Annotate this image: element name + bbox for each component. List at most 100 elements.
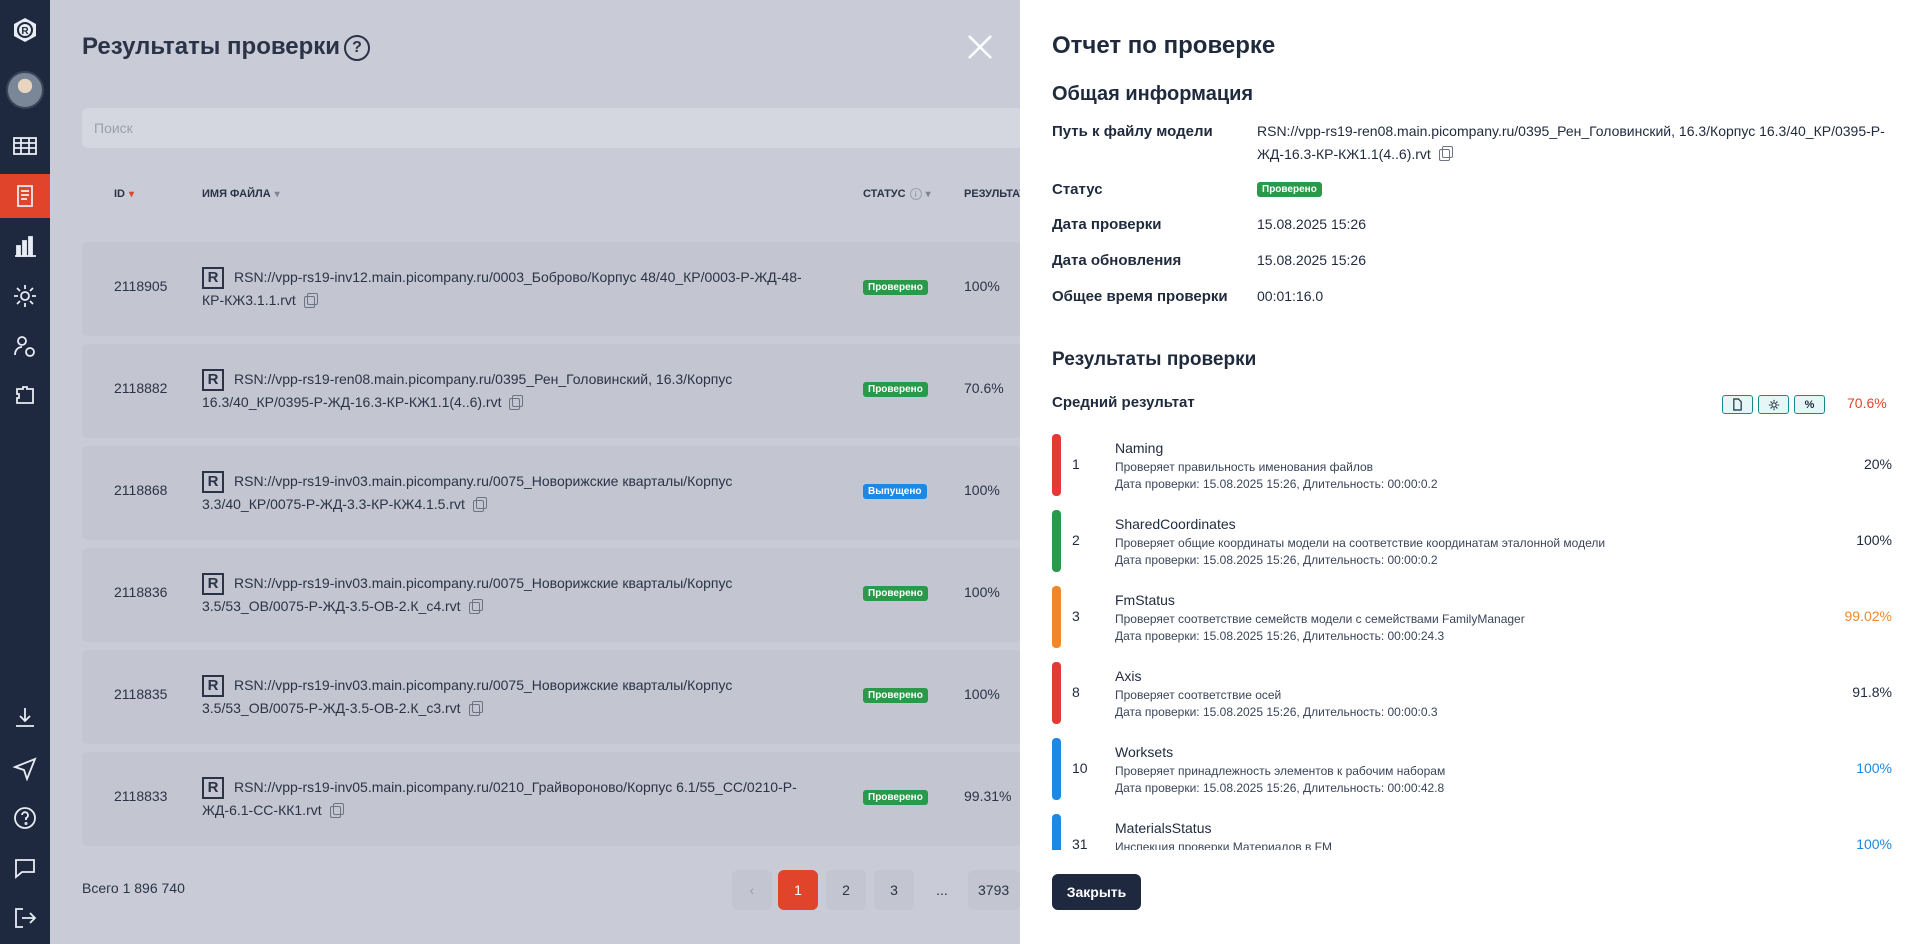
svg-text:R: R <box>21 26 29 37</box>
check-description: Проверяет принадлежность элементов к раб… <box>1115 764 1446 778</box>
copy-icon[interactable] <box>509 394 524 410</box>
column-id[interactable]: ID ▾ <box>114 188 134 200</box>
page-3-button[interactable]: 3 <box>874 870 914 910</box>
close-icon[interactable] <box>963 30 997 64</box>
copy-icon[interactable] <box>468 700 483 716</box>
check-item[interactable]: 10 Worksets Проверяет принадлежность элеме… <box>1052 738 1892 800</box>
check-name: Naming <box>1115 440 1164 456</box>
row-file: R RSN://vpp-rs19-inv03.main.picompany.ru/… <box>202 573 733 615</box>
avatar[interactable] <box>6 71 44 109</box>
copy-icon[interactable] <box>329 802 344 818</box>
row-id: 2118882 <box>114 380 168 396</box>
bar-chart-icon[interactable] <box>0 224 50 268</box>
check-number: 1 <box>1072 456 1080 472</box>
row-id: 2118836 <box>114 584 168 600</box>
chevron-down-icon: ▾ <box>274 188 280 200</box>
copy-icon[interactable] <box>1438 146 1453 162</box>
revit-logo-icon: R <box>202 471 224 494</box>
revit-logo-icon: R <box>202 777 224 800</box>
page-ellipsis: ... <box>936 882 948 898</box>
results-heading: Результаты проверки <box>1052 349 1257 370</box>
check-number: 2 <box>1072 532 1080 548</box>
help-icon[interactable] <box>0 796 50 840</box>
status-bar <box>1052 662 1061 724</box>
row-result: 100% <box>964 584 1000 600</box>
table-header: ID ▾ ИМЯ ФАЙЛА ▾ СТАТУС i ▾ РЕЗУЛЬТАТ <box>82 180 1026 230</box>
search-input[interactable]: Поиск <box>82 108 1022 148</box>
copy-icon[interactable] <box>472 496 487 512</box>
send-icon[interactable] <box>0 746 50 790</box>
check-description: Проверяет соответствие семейств модели с… <box>1115 612 1525 626</box>
check-name: FmStatus <box>1115 592 1175 608</box>
check-date: Дата проверки: 15.08.2025 15:26, Длитель… <box>1115 553 1438 567</box>
check-item[interactable]: 2 SharedCoordinates Проверяет общие коорди… <box>1052 510 1892 572</box>
table-row[interactable]: 2118833 R RSN://vpp-rs19-inv05.main.picomp… <box>82 752 1022 846</box>
row-result: 70.6% <box>964 380 1004 396</box>
table-row[interactable]: 2118835 R RSN://vpp-rs19-inv03.main.picomp… <box>82 650 1022 744</box>
check-name: Axis <box>1115 668 1142 684</box>
report-panel: Отчет по проверке Общая информация Путь … <box>1020 0 1917 944</box>
percent-icon[interactable]: % <box>1794 395 1825 414</box>
check-result: 99.02% <box>1844 608 1892 624</box>
app-logo-icon[interactable]: R <box>0 8 50 52</box>
close-button[interactable]: Закрыть <box>1052 874 1141 910</box>
status-badge: Проверено <box>863 586 928 601</box>
path-label: Путь к файлу модели <box>1052 123 1213 140</box>
puzzle-icon[interactable] <box>0 374 50 418</box>
status-bar <box>1052 586 1061 648</box>
check-item[interactable]: 8 Axis Проверяет соответствие осей Дата про… <box>1052 662 1892 724</box>
checks-list[interactable]: 1 Naming Проверяет правильность именования… <box>1052 434 1892 850</box>
check-number: 3 <box>1072 608 1080 624</box>
total-time-label: Общее время проверки <box>1052 288 1228 305</box>
check-item[interactable]: 31 MaterialsStatus Инспекция проверки Мате… <box>1052 814 1892 850</box>
column-file[interactable]: ИМЯ ФАЙЛА ▾ <box>202 188 280 200</box>
row-file: R RSN://vpp-rs19-inv12.main.picompany.ru/… <box>202 267 802 309</box>
page-title: Результаты проверки <box>82 33 341 60</box>
pagination-prev[interactable]: ‹ <box>732 870 772 910</box>
revit-logo-icon: R <box>202 573 224 596</box>
logout-icon[interactable] <box>0 896 50 940</box>
table-row[interactable]: 2118836 R RSN://vpp-rs19-inv03.main.picomp… <box>82 548 1022 642</box>
row-file: R RSN://vpp-rs19-ren08.main.picompany.ru/… <box>202 369 733 411</box>
document-icon[interactable] <box>1722 395 1753 414</box>
gear-icon[interactable] <box>0 274 50 318</box>
table-row[interactable]: 2118868 R RSN://vpp-rs19-inv03.main.picomp… <box>82 446 1022 540</box>
revit-logo-icon: R <box>202 675 224 698</box>
gear-icon[interactable] <box>1758 395 1789 414</box>
status-badge: Проверено <box>863 280 928 295</box>
check-date: Дата проверки: 15.08.2025 15:26, Длитель… <box>1115 629 1445 643</box>
check-date-label: Дата проверки <box>1052 216 1162 233</box>
check-number: 10 <box>1072 760 1088 776</box>
check-item[interactable]: 3 FmStatus Проверяет соответствие семейств… <box>1052 586 1892 648</box>
row-result: 100% <box>964 686 1000 702</box>
reports-icon[interactable] <box>0 174 50 218</box>
check-name: SharedCoordinates <box>1115 516 1236 532</box>
check-description: Проверяет правильность именования файлов <box>1115 460 1374 474</box>
user-settings-icon[interactable] <box>0 324 50 368</box>
column-result[interactable]: РЕЗУЛЬТАТ <box>964 188 1026 200</box>
page-1-button[interactable]: 1 <box>778 870 818 910</box>
chat-icon[interactable] <box>0 846 50 890</box>
help-circle-icon[interactable]: ? <box>344 35 370 61</box>
info-icon[interactable]: i <box>909 188 922 200</box>
check-date: Дата проверки: 15.08.2025 15:26, Длитель… <box>1115 781 1445 795</box>
page-2-button[interactable]: 2 <box>826 870 866 910</box>
check-result: 100% <box>1856 760 1892 776</box>
status-badge: Проверено <box>863 688 928 703</box>
table-icon[interactable] <box>0 124 50 168</box>
table-row[interactable]: 2118905 R RSN://vpp-rs19-inv12.main.picomp… <box>82 242 1022 336</box>
check-result: 91.8% <box>1852 684 1892 700</box>
column-status[interactable]: СТАТУС i ▾ <box>863 188 931 200</box>
copy-icon[interactable] <box>303 292 318 308</box>
copy-icon[interactable] <box>468 598 483 614</box>
page-last-button[interactable]: 3793 <box>968 870 1020 910</box>
check-result: 20% <box>1863 456 1892 472</box>
total-time-value: 00:01:16.0 <box>1257 288 1324 304</box>
check-item[interactable]: 1 Naming Проверяет правильность именования… <box>1052 434 1892 496</box>
status-bar <box>1052 814 1061 850</box>
row-file: R RSN://vpp-rs19-inv05.main.picompany.ru/… <box>202 777 797 819</box>
download-icon[interactable] <box>0 696 50 740</box>
row-id: 2118835 <box>114 686 168 702</box>
check-date: Дата проверки: 15.08.2025 15:26, Длитель… <box>1115 477 1438 491</box>
table-row[interactable]: 2118882 R RSN://vpp-rs19-ren08.main.picomp… <box>82 344 1022 438</box>
